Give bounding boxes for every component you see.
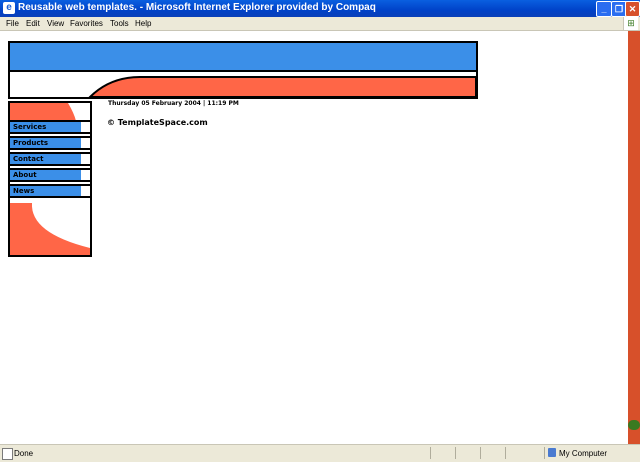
nav-products-label: Products <box>13 139 49 147</box>
window-titlebar[interactable]: e Reusable web templates. - Microsoft In… <box>0 0 640 17</box>
vertical-scrollbar[interactable] <box>628 31 640 444</box>
copyright-text: © TemplateSpace.com <box>107 118 208 127</box>
status-separator <box>455 447 456 459</box>
menu-bar: File Edit View Favorites Tools Help ⊞ <box>0 17 640 31</box>
nav-contact-label: Contact <box>13 155 44 163</box>
nav-about-tab <box>81 170 90 180</box>
nav-products[interactable]: Products <box>10 136 90 150</box>
window-title: Reusable web templates. - Microsoft Inte… <box>18 2 376 13</box>
status-separator <box>430 447 431 459</box>
menu-tools[interactable]: Tools <box>110 19 129 28</box>
status-bar: Done My Computer <box>0 444 640 462</box>
status-separator <box>505 447 506 459</box>
nav-news-label: News <box>13 187 35 195</box>
status-separator <box>544 447 545 459</box>
windows-logo-icon: ⊞ <box>623 17 638 30</box>
document-icon <box>2 448 13 460</box>
nav-products-tab <box>81 138 90 148</box>
menu-favorites[interactable]: Favorites <box>70 19 103 28</box>
status-text: Done <box>14 449 34 458</box>
nav-services-label: Services <box>13 123 47 131</box>
header-banner <box>8 41 478 99</box>
menu-help[interactable]: Help <box>135 19 151 28</box>
security-zone: My Computer <box>559 449 608 458</box>
nav-services-tab <box>81 122 90 132</box>
ie-icon: e <box>3 2 15 14</box>
banner-curve-graphic <box>88 76 476 97</box>
date-time-line: Thursday 05 February 2004 | 11:19 PM <box>108 100 239 107</box>
nav-news[interactable]: News <box>10 184 90 198</box>
nav-news-tab <box>81 186 90 196</box>
nav-about[interactable]: About <box>10 168 90 182</box>
computer-icon <box>548 448 556 457</box>
nav-services[interactable]: Services <box>10 120 90 134</box>
menu-edit[interactable]: Edit <box>26 19 40 28</box>
nav-about-label: About <box>13 171 37 179</box>
sidebar: Services Products Contact About News <box>8 101 92 257</box>
minimize-button[interactable]: _ <box>596 1 612 17</box>
menu-file[interactable]: File <box>6 19 19 28</box>
nav-contact-tab <box>81 154 90 164</box>
menu-view[interactable]: View <box>47 19 64 28</box>
close-button[interactable]: ✕ <box>625 1 640 17</box>
nav-contact[interactable]: Contact <box>10 152 90 166</box>
scroll-thumb[interactable] <box>628 420 640 430</box>
status-separator <box>480 447 481 459</box>
